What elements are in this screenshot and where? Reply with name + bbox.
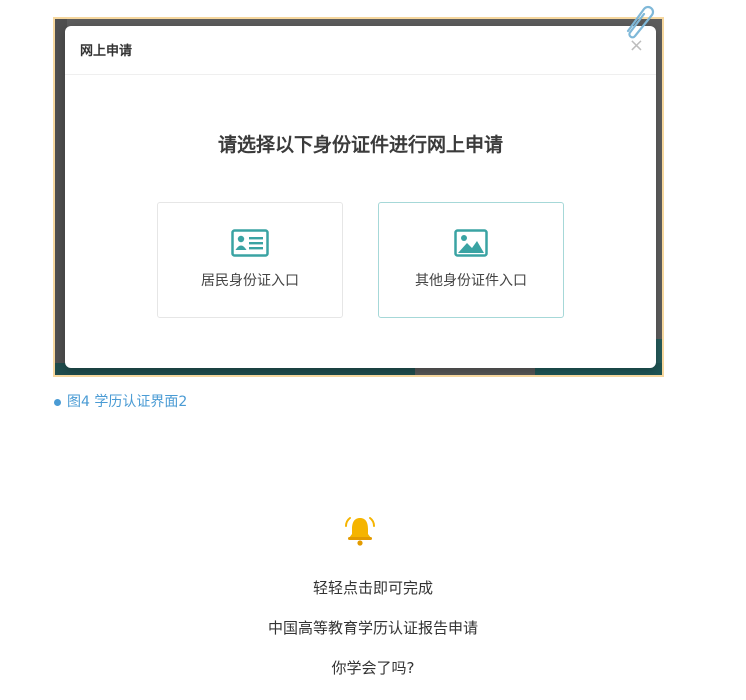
- dialog-heading: 请选择以下身份证件进行网上申请: [217, 134, 503, 156]
- option-label: 居民身份证入口: [201, 273, 299, 289]
- figure-caption: 图4 学历认证界面2: [54, 391, 187, 411]
- other-id-entry-button[interactable]: 其他身份证件入口: [378, 202, 564, 318]
- resident-id-entry-button[interactable]: 居民身份证入口: [157, 202, 343, 318]
- option-label: 其他身份证件入口: [415, 273, 527, 289]
- bullet-dot-icon: [54, 398, 61, 406]
- footer-line-3: 你学会了吗?: [331, 659, 415, 677]
- dialog-title: 网上申请: [80, 44, 133, 59]
- id-card-icon: [231, 229, 269, 257]
- dialog-header: 网上申请 ×: [65, 26, 656, 75]
- caption-text: 图4 学历认证界面2: [67, 394, 188, 410]
- footer-line-1: 轻轻点击即可完成: [312, 579, 433, 597]
- image-icon: [454, 229, 488, 257]
- bell-icon: [345, 517, 375, 546]
- paperclip-icon: [626, 5, 655, 39]
- screenshot-frame: 网上申请 × 请选择以下身份证件进行网上申请 居民身份证入口 其他身份证件入口: [53, 17, 664, 377]
- online-application-dialog: 网上申请 × 请选择以下身份证件进行网上申请 居民身份证入口 其他身份证件入口: [65, 26, 656, 368]
- footer-line-2: 中国高等教育学历认证报告申请: [267, 619, 478, 637]
